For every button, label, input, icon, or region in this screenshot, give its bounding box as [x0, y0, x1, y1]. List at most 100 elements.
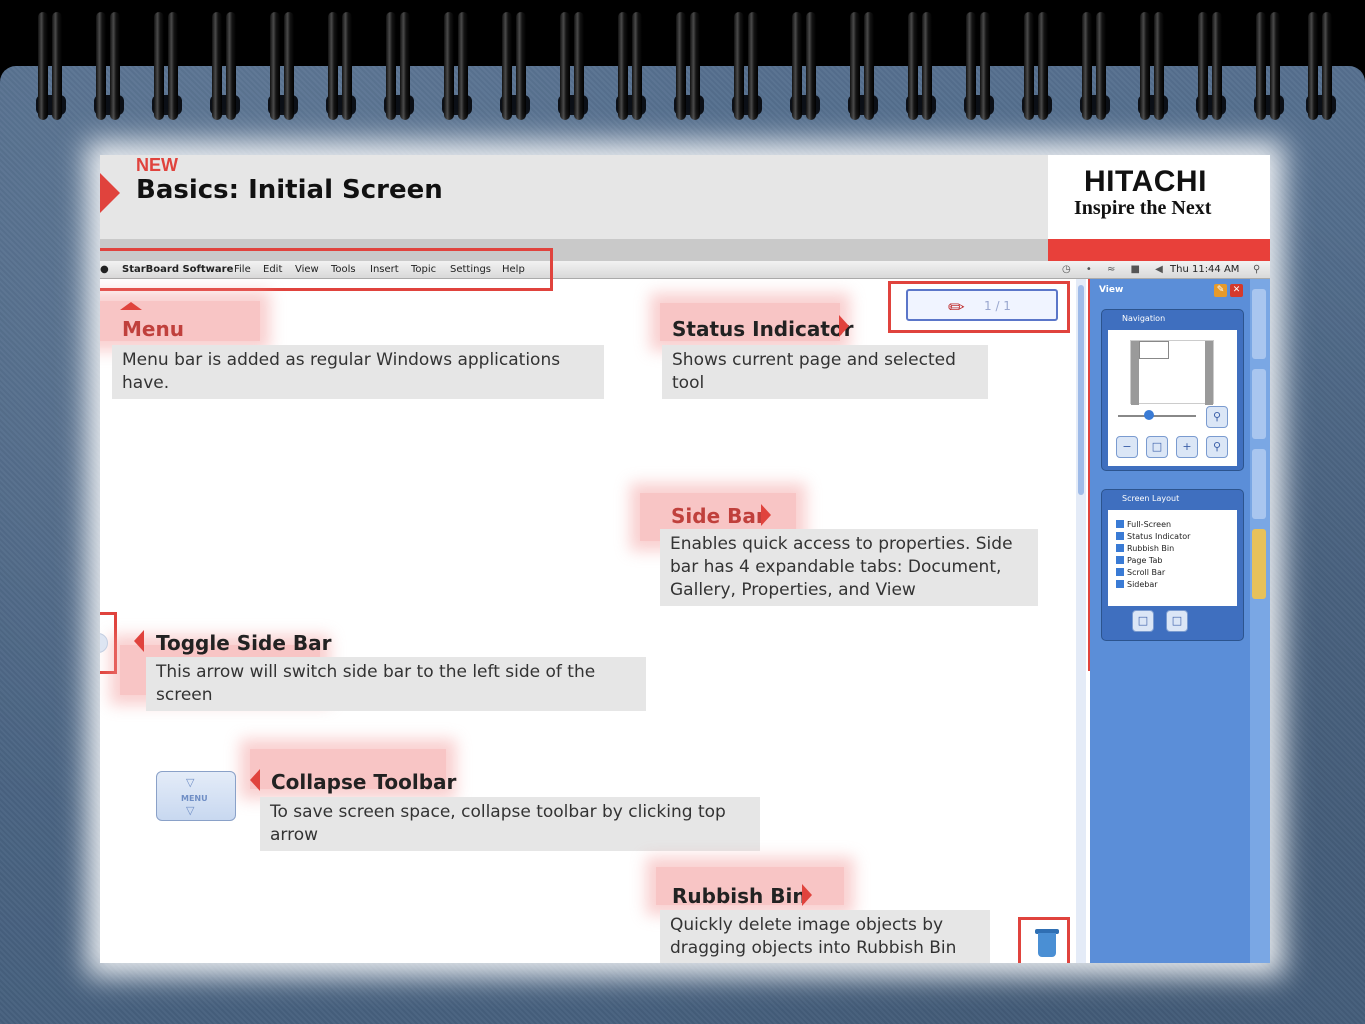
- collapse-heading: Collapse Toolbar: [271, 770, 457, 794]
- right-arrow-icon: [802, 884, 812, 906]
- sidebar-heading: Side Bar: [671, 504, 766, 528]
- status-indicator[interactable]: ✏ 1 / 1: [906, 289, 1058, 321]
- binding-ring: [516, 12, 526, 120]
- system-tray-icons[interactable]: ◷ • ≈ ■ ◀: [1062, 264, 1169, 275]
- binding-ring: [444, 12, 454, 120]
- close-icon[interactable]: ✕: [1230, 284, 1243, 297]
- layout-option-label: Sidebar: [1127, 580, 1158, 589]
- layout-option[interactable]: Full-Screen: [1116, 520, 1171, 529]
- binding-ring: [734, 12, 744, 120]
- tab-gallery[interactable]: [1252, 369, 1266, 439]
- zoom-slider[interactable]: [1118, 410, 1196, 420]
- tab-document[interactable]: [1252, 289, 1266, 359]
- menu-description: Menu bar is added as regular Windows app…: [112, 345, 604, 399]
- right-arrow-icon: [761, 504, 771, 526]
- binding-ring: [618, 12, 628, 120]
- binding-ring: [1270, 12, 1280, 120]
- binding-ring: [284, 12, 294, 120]
- binding-ring: [1212, 12, 1222, 120]
- status-heading: Status Indicator: [672, 317, 854, 341]
- binding-ring: [966, 12, 976, 120]
- new-label: NEW: [136, 155, 178, 175]
- collapse-description: To save screen space, collapse toolbar b…: [260, 797, 760, 851]
- zoom-slider-knob[interactable]: [1144, 410, 1154, 420]
- thumbnail-viewport: [1139, 341, 1169, 359]
- layout-option-label: Scroll Bar: [1127, 568, 1166, 577]
- binding-ring: [806, 12, 816, 120]
- spotlight-search-icon[interactable]: ⚲: [1253, 264, 1260, 275]
- binding-ring: [1140, 12, 1150, 120]
- collapse-widget-label: MENU: [181, 794, 208, 803]
- binding-ring: [38, 12, 48, 120]
- sidebar-description: Enables quick access to properties. Side…: [660, 529, 1038, 606]
- binding-ring: [212, 12, 222, 120]
- binding-ring: [676, 12, 686, 120]
- right-arrow-icon: [839, 315, 849, 337]
- binding-ring: [1198, 12, 1208, 120]
- vertical-scrollbar[interactable]: [1076, 279, 1086, 963]
- rubbish-description: Quickly delete image objects by dragging…: [660, 910, 990, 963]
- screen-layout-panel-title[interactable]: Screen Layout: [1102, 490, 1243, 508]
- up-arrow-icon: [120, 302, 142, 310]
- menubar-clock[interactable]: Thu 11:44 AM: [1170, 264, 1239, 275]
- zoom-out-icon[interactable]: −: [1116, 436, 1138, 458]
- binding-ring: [1308, 12, 1318, 120]
- binding-ring: [154, 12, 164, 120]
- binding-ring: [400, 12, 410, 120]
- binding-ring: [96, 12, 106, 120]
- left-arrow-icon: [250, 769, 260, 791]
- binding-ring: [226, 12, 236, 120]
- binding-ring: [168, 12, 178, 120]
- layout-option[interactable]: Status Indicator: [1116, 532, 1190, 541]
- layout-option-label: Rubbish Bin: [1127, 544, 1175, 553]
- tab-view[interactable]: [1252, 529, 1266, 599]
- layout-option[interactable]: Sidebar: [1116, 580, 1158, 589]
- zoom-in-icon[interactable]: +: [1176, 436, 1198, 458]
- thumbnail-right-border: [1205, 341, 1213, 405]
- sidebar-tab-strip: [1250, 279, 1270, 963]
- layout-option-label: Full-Screen: [1127, 520, 1172, 529]
- navigation-panel-body: ⚲ − □ + ⚲: [1108, 330, 1237, 466]
- binding-ring: [690, 12, 700, 120]
- page-icon[interactable]: □: [1166, 610, 1188, 632]
- hitachi-logo: HITACHI Inspire the Next: [1048, 155, 1270, 239]
- binding-ring: [386, 12, 396, 120]
- layout-option[interactable]: Page Tab: [1116, 556, 1162, 565]
- layout-option[interactable]: Rubbish Bin: [1116, 544, 1174, 553]
- rubbish-heading: Rubbish Bin: [672, 884, 807, 908]
- zoom-page-icon[interactable]: □: [1146, 436, 1168, 458]
- zoom-fit-icon[interactable]: ⚲: [1206, 406, 1228, 428]
- binding-ring: [1082, 12, 1092, 120]
- binding-ring: [1322, 12, 1332, 120]
- binding-ring: [52, 12, 62, 120]
- binding-ring: [342, 12, 352, 120]
- binding-ring: [458, 12, 468, 120]
- binding-ring: [748, 12, 758, 120]
- binding-ring: [980, 12, 990, 120]
- page-thumbnail[interactable]: [1130, 340, 1214, 405]
- tab-properties[interactable]: [1252, 449, 1266, 519]
- binding-ring: [574, 12, 584, 120]
- pen-tool-icon: ✏: [948, 295, 965, 319]
- scroll-thumb[interactable]: [1078, 285, 1084, 495]
- binding-ring: [908, 12, 918, 120]
- sidebar-title: View: [1099, 285, 1124, 295]
- toggle-description: This arrow will switch side bar to the l…: [146, 657, 646, 711]
- rubbish-bin-icon[interactable]: [1038, 933, 1056, 957]
- zoom-reset-icon[interactable]: ⚲: [1206, 436, 1228, 458]
- document-icon[interactable]: □: [1132, 610, 1154, 632]
- status-description: Shows current page and selected tool: [662, 345, 988, 399]
- page-counter: 1 / 1: [984, 299, 1011, 313]
- navigation-panel: Navigation ⚲ − □ + ⚲: [1101, 309, 1244, 471]
- toggle-heading: Toggle Side Bar: [156, 631, 332, 655]
- binding-ring: [850, 12, 860, 120]
- spiral-binding: [0, 0, 1365, 125]
- screen-layout-panel-body: Full-Screen Status Indicator Rubbish Bin…: [1108, 510, 1237, 606]
- collapse-toolbar-button[interactable]: ▽ MENU ▽: [156, 771, 236, 821]
- layout-option[interactable]: Scroll Bar: [1116, 568, 1165, 577]
- edit-icon[interactable]: ✎: [1214, 284, 1227, 297]
- binding-ring: [110, 12, 120, 120]
- navigation-panel-title[interactable]: Navigation: [1102, 310, 1243, 328]
- binding-ring: [270, 12, 280, 120]
- expand-arrow-icon: ▽: [186, 804, 195, 817]
